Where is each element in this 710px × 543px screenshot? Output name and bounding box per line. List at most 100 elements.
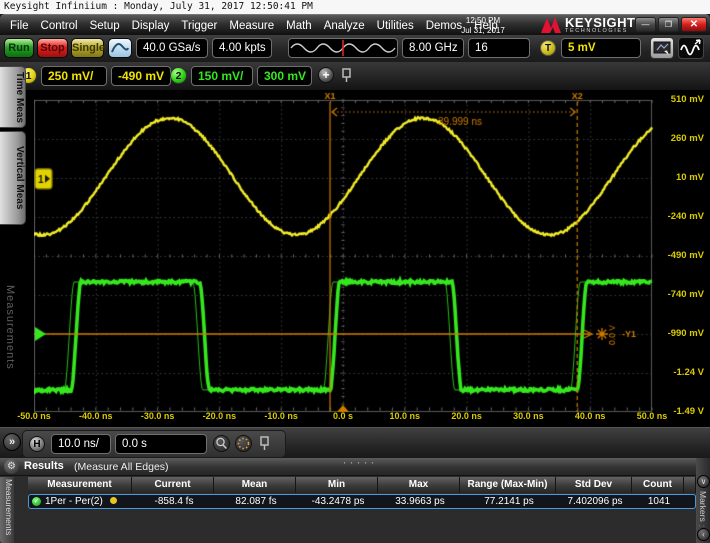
table-row[interactable]: ✓1Per - Per(2)-858.4 fs82.087 fs-43.2478… <box>28 494 696 509</box>
menu-bar: FileControlSetupDisplayTriggerMeasureMat… <box>0 14 710 35</box>
column-header-max: Max <box>378 477 460 493</box>
column-header-current: Current <box>132 477 214 493</box>
brand-sub: TECHNOLOGIES <box>565 28 635 34</box>
column-header-count: Count <box>632 477 684 493</box>
clock-date: Jul 31, 2017 <box>448 26 518 36</box>
column-header-filler <box>684 477 696 493</box>
cell-max: 33.9663 ps <box>379 495 461 508</box>
scroll-up-icon[interactable]: ∨ <box>697 475 710 488</box>
waveform-canvas[interactable] <box>34 92 662 414</box>
cell-current: -858.4 fs <box>133 495 215 508</box>
trigger-badge[interactable]: T <box>540 40 556 56</box>
results-table-header: MeasurementCurrentMeanMinMaxRange (Max-M… <box>28 477 696 493</box>
results-table: MeasurementCurrentMeanMinMaxRange (Max-M… <box>28 477 696 509</box>
x-axis-label: 0.0 s <box>315 411 371 421</box>
oscilloscope-screen: Keysight Infiniium : Monday, July 31, 20… <box>0 0 710 543</box>
measurements-panel-label[interactable]: Measurements <box>4 285 16 370</box>
menu-item-measure[interactable]: Measure <box>223 16 280 36</box>
x-axis-label: 50.0 ns <box>624 411 680 421</box>
acquisition-toolbar: Run Stop Single 40.0 GSa/s 4.00 kpts 8.0… <box>0 35 710 62</box>
channel-bar: 1 250 mV/ -490 mV 2 150 mV/ 300 mV + <box>0 62 710 90</box>
averages-field[interactable]: 16 <box>468 38 530 58</box>
sample-rate-field[interactable]: 40.0 GSa/s <box>136 38 208 58</box>
channel1-offset-field[interactable]: -490 mV <box>111 66 171 86</box>
menu-item-trigger[interactable]: Trigger <box>175 16 223 36</box>
x-axis-label: -40.0 ns <box>68 411 124 421</box>
menu-item-file[interactable]: File <box>4 16 35 36</box>
x-axis-labels: -50.0 ns-40.0 ns-30.0 ns-20.0 ns-10.0 ns… <box>0 411 710 425</box>
cell-count: 1041 <box>633 495 685 508</box>
cell-mean: 82.087 fs <box>215 495 297 508</box>
column-header-std-dev: Std Dev <box>556 477 632 493</box>
stop-button[interactable]: Stop <box>37 38 68 58</box>
channel2-badge[interactable]: 2 <box>170 67 187 84</box>
results-panel: ⚙ Results (Measure All Edges) ····· ∨ Me… <box>0 458 710 543</box>
menu-item-analyze[interactable]: Analyze <box>318 16 371 36</box>
gear-icon[interactable]: ⚙ <box>4 459 19 474</box>
y-axis-label: 260 mV <box>671 133 704 144</box>
tab-time-meas[interactable]: Time Meas <box>0 66 26 128</box>
collapse-left-icon[interactable]: ‹ <box>697 528 710 541</box>
memory-depth-field[interactable]: 4.00 kpts <box>212 38 272 58</box>
tab-measurements[interactable]: Measurements <box>0 477 14 543</box>
acquisition-preview[interactable] <box>288 38 398 58</box>
x-axis-label: 30.0 ns <box>500 411 556 421</box>
channel1-scale-field[interactable]: 250 mV/ <box>41 66 107 86</box>
cell-std_dev: 7.402096 ps <box>557 495 633 508</box>
y-axis-label: -240 mV <box>668 211 704 222</box>
x-axis-label: -30.0 ns <box>130 411 186 421</box>
single-button[interactable]: Single <box>71 38 104 58</box>
channel2-offset-field[interactable]: 300 mV <box>257 66 312 86</box>
x-axis-label: 40.0 ns <box>562 411 618 421</box>
y-axis-label: -740 mV <box>668 289 704 300</box>
column-header-min: Min <box>296 477 378 493</box>
cell-range: 77.2141 ps <box>461 495 557 508</box>
x-axis-label: 10.0 ns <box>377 411 433 421</box>
run-button[interactable]: Run <box>4 38 34 58</box>
menu-item-setup[interactable]: Setup <box>84 16 126 36</box>
timebase-position-field[interactable]: 0.0 s <box>115 434 207 454</box>
tab-markers[interactable]: Markers <box>698 491 708 522</box>
window-title: Keysight Infiniium : Monday, July 31, 20… <box>0 0 710 14</box>
horizontal-panel: H 10.0 ns/ 0.0 s <box>22 430 286 458</box>
column-header-measurement: Measurement <box>28 477 132 493</box>
tab-vertical-meas[interactable]: Vertical Meas <box>0 131 26 225</box>
touch-waveform-icon[interactable] <box>678 37 704 59</box>
timebase-scale-field[interactable]: 10.0 ns/ <box>51 434 111 454</box>
expand-panel-button[interactable]: » <box>3 433 21 451</box>
results-subtitle: (Measure All Edges) <box>74 461 169 473</box>
menu-item-control[interactable]: Control <box>35 16 84 36</box>
splitter-grip[interactable]: ····· <box>330 455 390 469</box>
search-zoom-icon[interactable] <box>213 435 230 452</box>
column-header-mean: Mean <box>214 477 296 493</box>
brand-name: KEYSIGHT <box>565 17 635 28</box>
bandwidth-field[interactable]: 8.00 GHz <box>402 38 464 58</box>
pin-icon[interactable] <box>259 436 270 451</box>
menu-item-utilities[interactable]: Utilities <box>371 16 420 36</box>
y-axis-label: 510 mV <box>671 94 704 105</box>
display-settings-icon[interactable] <box>650 37 674 59</box>
horizontal-badge[interactable]: H <box>29 436 45 452</box>
add-channel-button[interactable]: + <box>318 67 334 83</box>
close-button[interactable]: ✕ <box>681 17 707 32</box>
x-axis-label: -50.0 ns <box>6 411 62 421</box>
menu-item-display[interactable]: Display <box>126 16 176 36</box>
minimize-button[interactable]: — <box>635 17 656 32</box>
keysight-spark-icon <box>540 16 562 34</box>
waveform-area: 510 mV260 mV10 mV-240 mV-490 mV-740 mV-9… <box>0 90 710 427</box>
warning-dot-icon <box>110 497 117 504</box>
horizontal-bar: H 10.0 ns/ 0.0 s <box>0 427 710 458</box>
results-header: ⚙ Results (Measure All Edges) ····· ∨ <box>0 458 710 476</box>
auto-setup-icon[interactable] <box>108 38 132 58</box>
cell-min: -43.2478 ps <box>297 495 379 508</box>
measurement-name-cell: ✓1Per - Per(2) <box>29 495 133 508</box>
pin-icon[interactable] <box>341 68 352 83</box>
channel2-scale-field[interactable]: 150 mV/ <box>191 66 253 86</box>
trigger-level-field[interactable]: 5 mV <box>561 38 641 58</box>
x-axis-label: -10.0 ns <box>253 411 309 421</box>
clock-time: 12:50 PM <box>448 16 518 26</box>
sample-points-icon[interactable] <box>235 435 252 452</box>
column-header-range-max-min-: Range (Max-Min) <box>460 477 556 493</box>
menu-item-math[interactable]: Math <box>280 16 318 36</box>
restore-button[interactable]: ❐ <box>658 17 679 32</box>
